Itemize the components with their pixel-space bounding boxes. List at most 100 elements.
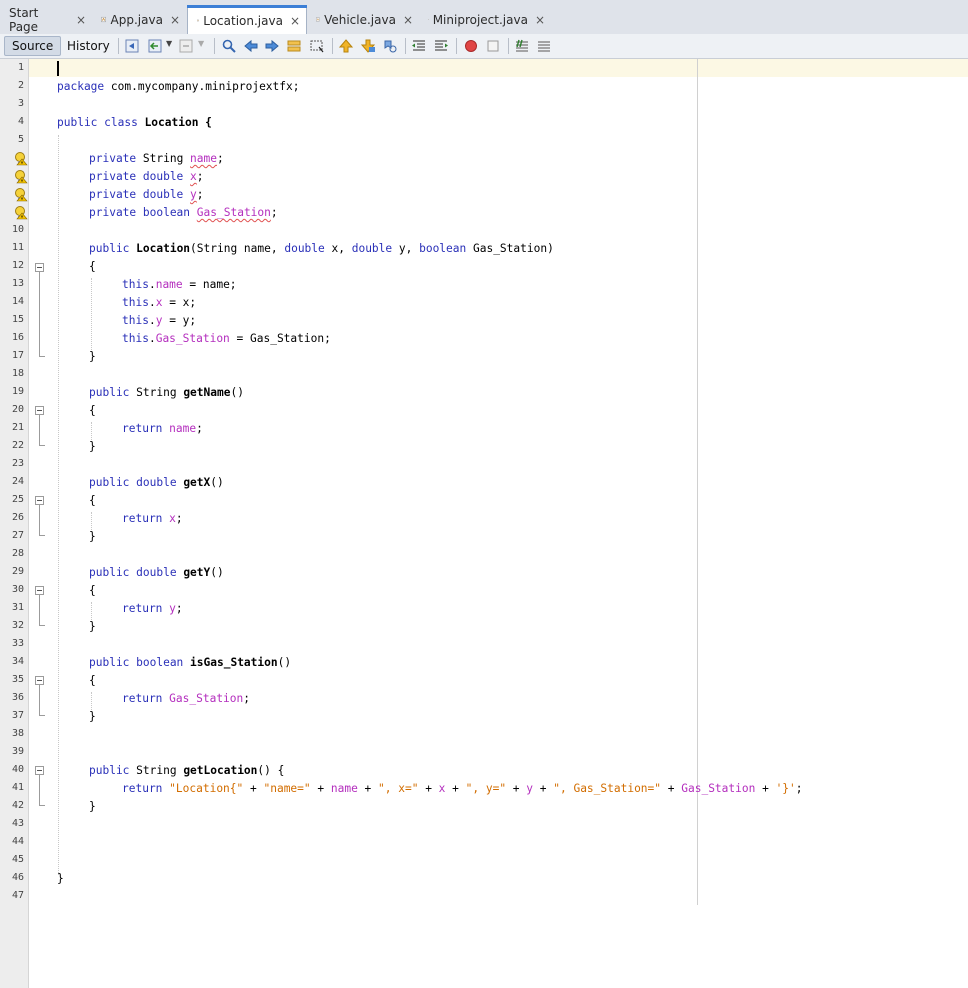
fold-toggle[interactable]	[35, 586, 44, 595]
line-number: 44	[11, 836, 24, 847]
uncomment-icon[interactable]	[536, 38, 552, 54]
rectangular-selection-icon[interactable]	[309, 38, 325, 54]
editor-toolbar: Source History ▼ ▼	[0, 34, 968, 59]
line-number: 23	[11, 458, 24, 469]
code-line: }	[89, 350, 96, 363]
toolbar-separator	[214, 38, 215, 54]
next-bookmark-icon[interactable]	[360, 38, 376, 54]
last-edit-icon[interactable]	[124, 38, 140, 54]
lightbulb-warning-icon[interactable]	[13, 187, 28, 202]
chevron-down-icon[interactable]: ▼	[198, 39, 204, 48]
line-number: 22	[11, 440, 24, 451]
lightbulb-warning-icon[interactable]	[13, 169, 28, 184]
line-number: 26	[11, 512, 24, 523]
code-line: {	[89, 674, 96, 687]
shift-left-icon[interactable]	[411, 38, 427, 54]
indent-guide	[91, 278, 92, 350]
history-button[interactable]: History	[60, 36, 117, 56]
java-file-icon	[316, 17, 320, 22]
close-icon[interactable]: ×	[535, 13, 545, 27]
line-number: 28	[11, 548, 24, 559]
text-caret	[57, 61, 59, 76]
previous-bookmark-icon[interactable]	[338, 38, 354, 54]
line-number: 47	[11, 890, 24, 901]
line-number: 15	[11, 314, 24, 325]
back-icon[interactable]	[147, 38, 163, 54]
line-number: 5	[17, 134, 24, 145]
line-number: 17	[11, 350, 24, 361]
fold-toggle[interactable]	[35, 766, 44, 775]
fold-toggle[interactable]	[35, 406, 44, 415]
tab-label: Miniproject.java	[432, 12, 528, 27]
fold-guide-end	[39, 535, 45, 536]
tab-label: Vehicle.java	[324, 12, 396, 27]
tab-vehicle-java[interactable]: Vehicle.java ×	[307, 6, 419, 33]
start-macro-recording-icon[interactable]	[463, 38, 479, 54]
line-number: 30	[11, 584, 24, 595]
line-number: 42	[11, 800, 24, 811]
find-previous-icon[interactable]	[243, 38, 259, 54]
tab-app-java[interactable]: App.java ×	[92, 6, 186, 33]
code-line: return "Location{" + "name=" + name + ",…	[122, 782, 803, 795]
chevron-down-icon[interactable]: ▼	[166, 39, 172, 48]
stop-macro-recording-icon[interactable]	[485, 38, 501, 54]
line-number: 41	[11, 782, 24, 793]
code-line: this.Gas_Station = Gas_Station;	[122, 332, 331, 345]
shift-right-icon[interactable]	[433, 38, 449, 54]
forward-icon[interactable]	[178, 38, 194, 54]
editor-tab-bar: Start Page × App.java × Location.java × …	[0, 0, 968, 35]
right-margin-line	[697, 59, 698, 905]
fold-guide-end	[39, 805, 45, 806]
line-number: 40	[11, 764, 24, 775]
source-button[interactable]: Source	[4, 36, 62, 56]
tab-location-java[interactable]: Location.java ×	[187, 5, 307, 35]
code-line: public String getLocation() {	[89, 764, 285, 777]
code-line: private double x;	[89, 170, 204, 183]
fold-toggle[interactable]	[35, 496, 44, 505]
code-line: package com.mycompany.miniprojextfx;	[57, 80, 300, 93]
tab-start-page[interactable]: Start Page ×	[0, 5, 92, 34]
line-number: 34	[11, 656, 24, 667]
line-number: 14	[11, 296, 24, 307]
find-next-icon[interactable]	[264, 38, 280, 54]
fold-guide-end	[39, 715, 45, 716]
toolbar-separator	[508, 38, 509, 54]
fold-guide	[39, 415, 40, 445]
toolbar-separator	[456, 38, 457, 54]
java-file-icon	[428, 19, 429, 20]
close-icon[interactable]: ×	[403, 13, 413, 27]
java-file-icon	[101, 16, 106, 23]
code-line: public String getName()	[89, 386, 244, 399]
line-number: 46	[11, 872, 24, 883]
code-line: return x;	[122, 512, 183, 525]
tab-label: Start Page	[9, 5, 39, 34]
line-number: 24	[11, 476, 24, 487]
line-number: 45	[11, 854, 24, 865]
lightbulb-warning-icon[interactable]	[13, 151, 28, 166]
line-number: 39	[11, 746, 24, 757]
close-icon[interactable]: ×	[170, 13, 180, 27]
close-icon[interactable]: ×	[290, 14, 300, 28]
code-line: public Location(String name, double x, d…	[89, 242, 554, 255]
code-line: {	[89, 260, 96, 273]
line-number: 27	[11, 530, 24, 541]
line-number: 35	[11, 674, 24, 685]
fold-toggle[interactable]	[35, 263, 44, 272]
code-line: private boolean Gas_Station;	[89, 206, 278, 219]
code-line: return Gas_Station;	[122, 692, 251, 705]
code-line: public double getY()	[89, 566, 224, 579]
close-icon[interactable]: ×	[76, 13, 86, 27]
line-number: 31	[11, 602, 24, 613]
lightbulb-warning-icon[interactable]	[13, 205, 28, 220]
line-number: 37	[11, 710, 24, 721]
find-icon[interactable]	[221, 38, 237, 54]
toolbar-separator	[118, 38, 119, 54]
fold-toggle[interactable]	[35, 676, 44, 685]
toggle-bookmark-icon[interactable]	[382, 38, 398, 54]
toggle-highlight-icon[interactable]	[286, 38, 302, 54]
tab-miniproject-java[interactable]: Miniproject.java ×	[419, 6, 551, 33]
comment-icon[interactable]	[514, 38, 530, 54]
code-line: }	[89, 530, 96, 543]
line-number: 11	[11, 242, 24, 253]
line-number: 19	[11, 386, 24, 397]
